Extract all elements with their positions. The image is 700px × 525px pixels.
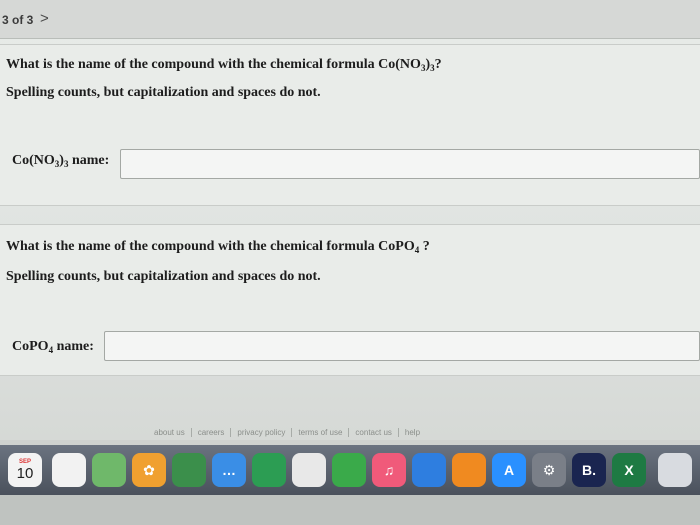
question-2-prompt-text: What is the name of the compound with th… (6, 239, 379, 254)
footer-link-careers[interactable]: careers (192, 428, 232, 437)
question-2-answer-input[interactable] (104, 331, 700, 361)
calendar-icon[interactable]: SEP 10 (8, 453, 42, 487)
facetime-video-icon[interactable] (252, 453, 286, 487)
keynote-icon[interactable] (412, 453, 446, 487)
question-1-answer-label: Co(NO3)3 name: (12, 153, 110, 169)
system-preferences-icon[interactable]: ⚙ (532, 453, 566, 487)
question-1-formula: Co(NO3)3 (378, 57, 435, 73)
page-count: 3 of 3 (2, 13, 34, 27)
music-icon[interactable]: ♫ (372, 453, 406, 487)
question-2-hint: Spelling counts, but capitalization and … (6, 269, 321, 284)
footer-link-terms[interactable]: terms of use (292, 428, 350, 437)
excel-icon[interactable]: X (612, 453, 646, 487)
footer-link-privacy[interactable]: privacy policy (231, 428, 293, 437)
notes-icon[interactable] (52, 453, 86, 487)
calendar-day: 10 (16, 465, 34, 482)
photos-icon[interactable]: ✿ (132, 453, 166, 487)
question-2-formula: CoPO4 (378, 239, 420, 255)
question-1-prompt: What is the name of the compound with th… (6, 57, 442, 73)
footer-link-contact[interactable]: contact us (349, 428, 399, 437)
question-1-panel: What is the name of the compound with th… (0, 44, 700, 206)
browser-icon[interactable]: B. (572, 453, 606, 487)
question-1-hint: Spelling counts, but capitalization and … (6, 85, 321, 100)
question-1-prompt-text: What is the name of the compound with th… (6, 57, 379, 72)
question-2-prompt: What is the name of the compound with th… (6, 239, 430, 255)
app-window: 3 of 3 > What is the name of the compoun… (0, 0, 700, 440)
app-store-icon[interactable]: A (492, 453, 526, 487)
maps-icon[interactable] (92, 453, 126, 487)
question-navigation-bar: 3 of 3 > (0, 0, 700, 39)
footer-links: about us careers privacy policy terms of us… (148, 428, 426, 442)
question-2-panel: What is the name of the compound with th… (0, 224, 700, 376)
messages-icon[interactable]: … (212, 453, 246, 487)
books-icon[interactable] (452, 453, 486, 487)
footer-link-about[interactable]: about us (148, 428, 192, 437)
facetime-icon[interactable] (172, 453, 206, 487)
news-icon[interactable] (292, 453, 326, 487)
numbers-icon[interactable] (332, 453, 366, 487)
footer-link-help[interactable]: help (399, 428, 426, 437)
dock: SEP 10 ✿ … ♫ A ⚙ B. X (0, 445, 700, 495)
next-question-icon[interactable]: > (40, 10, 49, 27)
trash-icon[interactable] (658, 453, 692, 487)
question-2-answer-label: CoPO4 name: (12, 339, 94, 355)
question-1-answer-input[interactable] (120, 149, 700, 179)
desk-surface (0, 495, 700, 525)
